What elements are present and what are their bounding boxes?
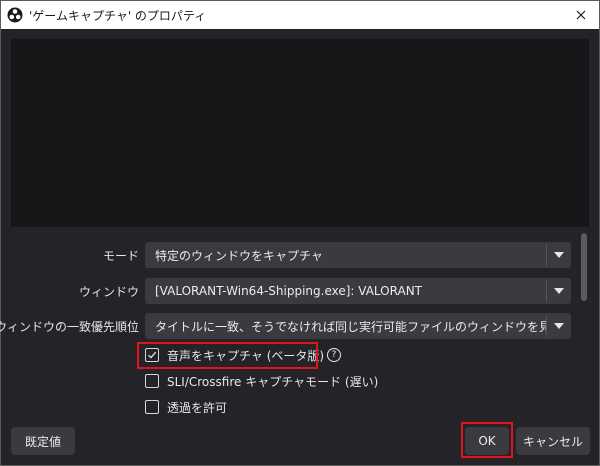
window-title: 'ゲームキャプチャ' のプロパティ: [29, 8, 207, 23]
sli-crossfire-label: SLI/Crossfire キャプチャモード (遅い): [167, 374, 379, 389]
priority-select[interactable]: タイトルに一致、そうでなければ同じ実行可能ファイルのウィンドウを見つける: [145, 313, 571, 339]
window-select[interactable]: [VALORANT-Win64-Shipping.exe]: VALORANT: [145, 278, 571, 304]
mode-value: 特定のウィンドウをキャプチャ: [155, 248, 323, 263]
title-bar: 'ゲームキャプチャ' のプロパティ: [1, 1, 599, 29]
mode-row: モード 特定のウィンドウをキャプチャ: [1, 242, 599, 268]
window-label: ウィンドウ: [78, 284, 139, 299]
close-button[interactable]: [563, 1, 599, 29]
chevron-down-icon: [547, 313, 571, 339]
close-icon: [576, 10, 586, 20]
sli-crossfire-checkbox-row[interactable]: SLI/Crossfire キャプチャモード (遅い): [145, 370, 378, 392]
chevron-down-icon: [547, 278, 571, 304]
window-row: ウィンドウ [VALORANT-Win64-Shipping.exe]: VAL…: [1, 278, 599, 304]
properties-dialog: 'ゲームキャプチャ' のプロパティ モード 特定のウィンドウをキャプチャ ウィン…: [0, 0, 600, 466]
help-icon[interactable]: ?: [327, 348, 342, 362]
window-value: [VALORANT-Win64-Shipping.exe]: VALORANT: [155, 284, 422, 298]
priority-row: ウィンドウの一致優先順位 タイトルに一致、そうでなければ同じ実行可能ファイルのウ…: [0, 313, 599, 339]
mode-select[interactable]: 特定のウィンドウをキャプチャ: [145, 242, 571, 268]
defaults-button[interactable]: 既定値: [11, 427, 75, 455]
allow-transparency-checkbox-row[interactable]: 透過を許可: [145, 396, 227, 418]
priority-value: タイトルに一致、そうでなければ同じ実行可能ファイルのウィンドウを見つける: [155, 319, 546, 334]
allow-transparency-checkbox[interactable]: [145, 400, 159, 414]
audio-highlight-box: [137, 342, 318, 369]
cancel-button[interactable]: キャンセル: [516, 427, 590, 455]
mode-label: モード: [102, 248, 139, 263]
allow-transparency-label: 透過を許可: [167, 400, 228, 415]
preview-area: [11, 39, 589, 227]
sli-crossfire-checkbox[interactable]: [145, 374, 159, 388]
ok-highlight-box: [461, 422, 513, 458]
properties-scrollbar[interactable]: [581, 233, 589, 421]
obs-icon: [7, 7, 23, 23]
priority-label: ウィンドウの一致優先順位: [0, 319, 139, 334]
chevron-down-icon: [547, 242, 571, 268]
scrollbar-thumb[interactable]: [581, 233, 587, 301]
